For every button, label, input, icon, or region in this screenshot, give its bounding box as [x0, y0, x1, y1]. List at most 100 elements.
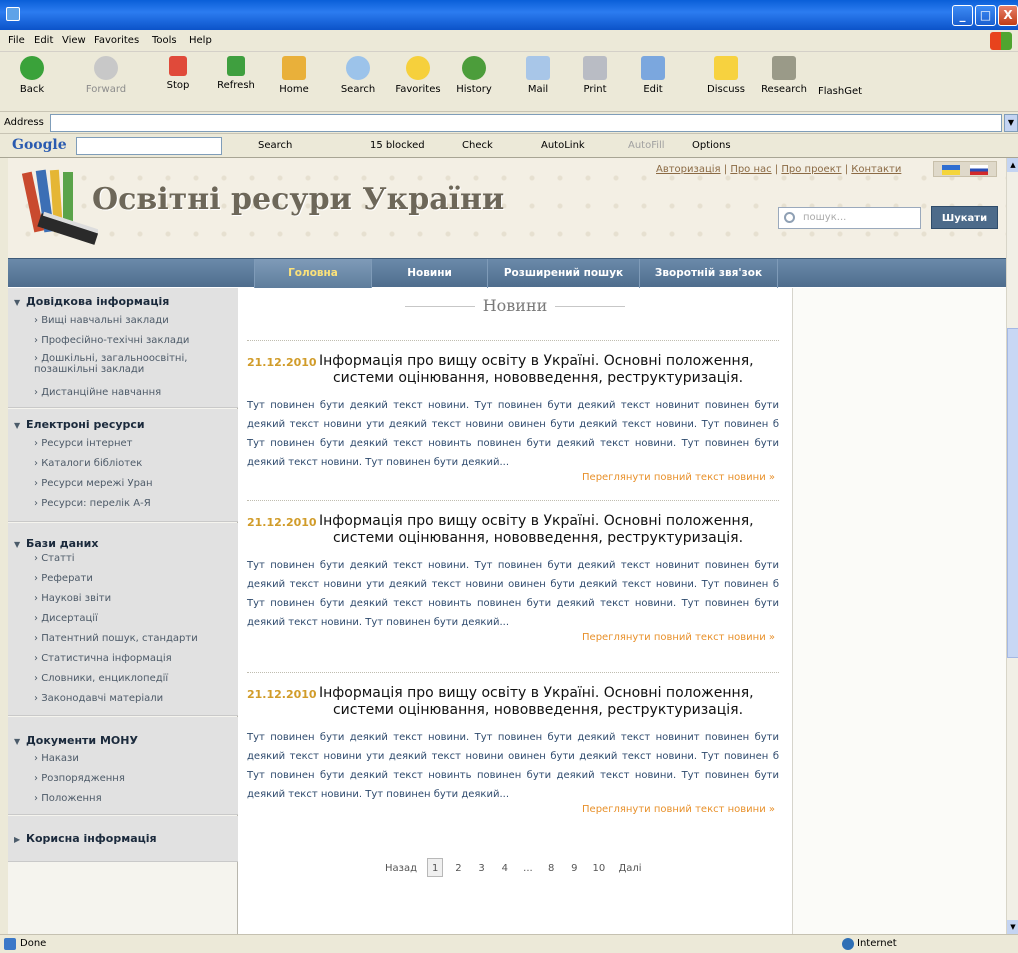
menu-favorites[interactable]: Favorites	[94, 35, 139, 46]
top-links: Авторизація | Про нас | Про проект | Кон…	[656, 164, 902, 175]
sidebar-link[interactable]: › Каталоги бібліотек	[34, 458, 142, 469]
menu-bar: File Edit View Favorites Tools Help	[0, 30, 1018, 52]
sidebar-link[interactable]: › Розпорядження	[34, 773, 125, 784]
read-more-link[interactable]: Переглянути повний текст новини »	[582, 632, 775, 643]
sidebar-link[interactable]: › Реферати	[34, 573, 93, 584]
address-dropdown-icon[interactable]: ▼	[1004, 114, 1018, 132]
sidebar-link[interactable]: › Статті	[34, 553, 75, 564]
sidebar-link[interactable]: › Положення	[34, 793, 102, 804]
address-input[interactable]	[50, 114, 1002, 132]
spell-check-button[interactable]: Check	[462, 140, 493, 151]
popup-blocked-button[interactable]: 15 blocked	[370, 140, 425, 151]
language-flags	[933, 161, 997, 177]
stop-button[interactable]: Stop	[160, 56, 196, 91]
menu-edit[interactable]: Edit	[34, 35, 53, 46]
sidebar-link[interactable]: › Дисертації	[34, 613, 98, 624]
menu-tools[interactable]: Tools	[152, 35, 177, 46]
pager-page[interactable]: 2	[450, 859, 466, 878]
news-title[interactable]: Інформація про вищу освіту в Україні. Ос…	[319, 352, 789, 370]
scroll-down-icon[interactable]: ▼	[1007, 920, 1018, 934]
scroll-up-icon[interactable]: ▲	[1007, 158, 1018, 172]
sidebar-section-title[interactable]: ▼ Електроні ресурси	[14, 418, 145, 431]
site-search-button[interactable]: Шукати	[931, 206, 998, 229]
read-more-link[interactable]: Переглянути повний текст новини »	[582, 804, 775, 815]
sidebar-link[interactable]: › Законодавчі матеріали	[34, 693, 163, 704]
google-search-button[interactable]: Search	[258, 140, 292, 151]
sidebar-link[interactable]: › Ресурси: перелік А-Я	[34, 498, 151, 509]
pager-page-current[interactable]: 1	[427, 858, 444, 877]
browser-toolbar: Back Forward Stop Refresh Home Search Fa…	[0, 52, 1018, 112]
news-title-continued[interactable]: системи оцінювання, нововведення, рестру…	[247, 702, 779, 718]
globe-icon	[842, 938, 854, 950]
sidebar-link[interactable]: › Патентний пошук, стандарти	[34, 633, 198, 644]
pager-page[interactable]: 3	[474, 859, 490, 878]
ukraine-flag-icon[interactable]	[942, 165, 960, 175]
sidebar-section-title[interactable]: ▼ Документи МОНУ	[14, 734, 138, 747]
autofill-button[interactable]: AutoFill	[628, 140, 665, 151]
nav-home[interactable]: Головна	[254, 259, 372, 288]
news-title-continued[interactable]: системи оцінювання, нововведення, рестру…	[247, 370, 779, 386]
login-link[interactable]: Авторизація	[656, 164, 721, 175]
flashget-button[interactable]: FlashGet	[816, 86, 864, 97]
home-button[interactable]: Home	[276, 56, 312, 95]
sidebar-link[interactable]: › Ресурси інтернет	[34, 438, 132, 449]
sidebar-link[interactable]: › Вищі навчальні заклади	[34, 315, 169, 326]
sidebar-link[interactable]: › Дошкільні, загальноосвітні, позашкільн…	[34, 353, 234, 375]
news-title[interactable]: Інформація про вищу освіту в Україні. Ос…	[319, 684, 789, 702]
google-search-input[interactable]	[76, 137, 222, 155]
site-search-input[interactable]: пошук...	[778, 207, 921, 229]
research-button[interactable]: Research	[758, 56, 810, 95]
options-button[interactable]: Options	[692, 140, 731, 151]
sidebar-link[interactable]: › Наукові звіти	[34, 593, 111, 604]
search-button[interactable]: Search	[338, 56, 378, 95]
news-title-continued[interactable]: системи оцінювання, нововведення, рестру…	[247, 530, 779, 546]
news-heading: Новини	[239, 296, 791, 315]
vertical-scrollbar[interactable]: ▲ ▼	[1006, 158, 1018, 934]
sidebar-link[interactable]: › Накази	[34, 753, 79, 764]
project-link[interactable]: Про проект	[781, 164, 841, 175]
sidebar-link[interactable]: › Ресурси мережі Уран	[34, 478, 153, 489]
sidebar-link[interactable]: › Дистанційне навчання	[34, 387, 161, 398]
about-link[interactable]: Про нас	[730, 164, 771, 175]
refresh-button[interactable]: Refresh	[214, 56, 258, 91]
pager-page[interactable]: 10	[590, 859, 609, 878]
read-more-link[interactable]: Переглянути повний текст новини »	[582, 472, 775, 483]
pager-ellipsis: ...	[523, 863, 533, 874]
russia-flag-icon[interactable]	[970, 165, 988, 175]
back-button[interactable]: Back	[16, 56, 48, 95]
pager-prev[interactable]: Назад	[382, 859, 420, 878]
sidebar-section-title[interactable]: ▶ Корисна інформація	[14, 832, 157, 845]
pager-next[interactable]: Далі	[615, 859, 644, 878]
pager-page[interactable]: 9	[566, 859, 582, 878]
contacts-link[interactable]: Контакти	[851, 164, 901, 175]
scroll-thumb[interactable]	[1007, 328, 1018, 658]
autolink-button[interactable]: AutoLink	[541, 140, 585, 151]
sidebar-link[interactable]: › Професійно-техічні заклади	[34, 335, 189, 346]
menu-view[interactable]: View	[62, 35, 86, 46]
nav-feedback[interactable]: Зворотній звя'зок	[640, 259, 778, 288]
pager-page[interactable]: 8	[543, 859, 559, 878]
discuss-button[interactable]: Discuss	[704, 56, 748, 95]
sidebar-link[interactable]: › Статистична інформація	[34, 653, 172, 664]
menu-file[interactable]: File	[8, 35, 25, 46]
news-title[interactable]: Інформація про вищу освіту в Україні. Ос…	[319, 512, 789, 530]
edit-button[interactable]: Edit	[638, 56, 668, 95]
forward-button[interactable]: Forward	[82, 56, 130, 95]
nav-advanced-search[interactable]: Розширений пошук	[488, 259, 640, 288]
sidebar-section-title[interactable]: ▼ Довідкова інформація	[14, 295, 169, 308]
favorites-button[interactable]: Favorites	[390, 56, 446, 95]
nav-news[interactable]: Новини	[372, 259, 488, 288]
close-button[interactable]: X	[998, 5, 1018, 26]
google-logo[interactable]: Google	[12, 137, 67, 153]
edit-icon	[641, 56, 665, 80]
sidebar-section-title[interactable]: ▼ Бази даних	[14, 537, 98, 550]
minimize-button[interactable]: _	[952, 5, 973, 26]
mail-button[interactable]: Mail	[524, 56, 552, 95]
pager-page[interactable]: 4	[497, 859, 513, 878]
sidebar-link[interactable]: › Словники, енциклопедії	[34, 673, 168, 684]
maximize-button[interactable]: □	[975, 5, 996, 26]
star-icon	[406, 56, 430, 80]
print-button[interactable]: Print	[580, 56, 610, 95]
menu-help[interactable]: Help	[189, 35, 212, 46]
history-button[interactable]: History	[454, 56, 494, 95]
